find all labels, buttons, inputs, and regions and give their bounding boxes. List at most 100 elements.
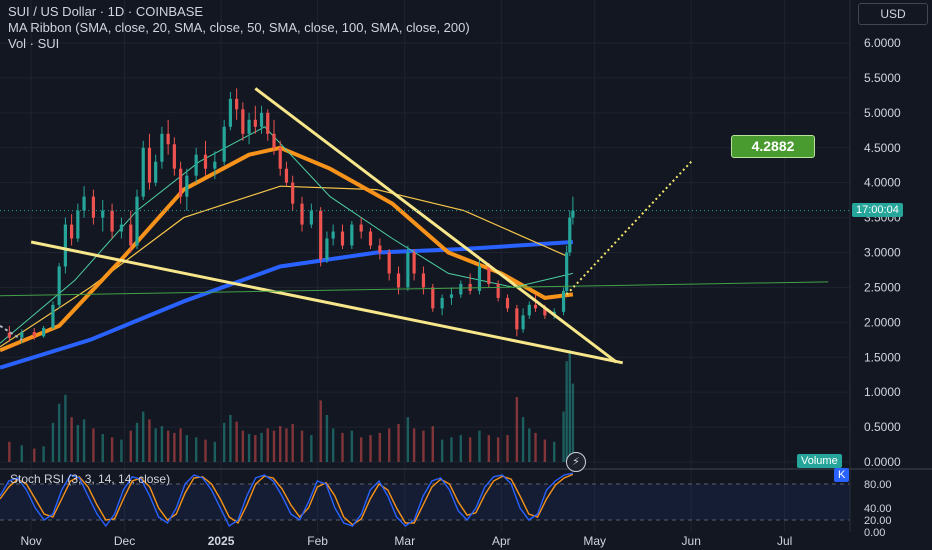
candle-body <box>440 297 444 309</box>
volume-bar <box>412 428 416 462</box>
candle-body <box>63 224 67 267</box>
volume-bar <box>534 432 537 462</box>
rsi-tick-label: 0.00 <box>864 527 885 539</box>
candle-body <box>213 161 217 169</box>
rsi-tick-label: 80.00 <box>864 479 892 491</box>
volume-bar <box>173 432 176 462</box>
price-chart[interactable]: 80.00 40.0020.000.00 6.0000 5.5000 5.0000 4.… <box>0 0 932 550</box>
volume-bar <box>450 437 453 462</box>
price-tick-label: 2.0000 <box>864 315 901 329</box>
stoch-rsi-label[interactable]: Stoch RSI (3, 3, 14, 14, close) <box>10 472 170 486</box>
candle-body <box>527 304 531 316</box>
candle-body <box>505 297 510 309</box>
time-tick-label: Jun <box>682 534 701 548</box>
volume-bar <box>135 422 139 462</box>
candle-body <box>571 210 575 218</box>
volume-bar <box>247 434 251 462</box>
candle-body <box>561 290 566 312</box>
candle-body <box>222 126 226 162</box>
candle-body <box>91 196 96 218</box>
k-tag: K <box>834 468 850 482</box>
flash-icon[interactable]: ⚡ <box>566 452 586 472</box>
price-tick-label: 1.5000 <box>864 350 901 364</box>
candle-body <box>359 224 363 232</box>
volume-bar <box>194 437 198 462</box>
candle-body <box>82 196 86 211</box>
volume-bar <box>285 428 288 462</box>
candle-body <box>119 224 124 232</box>
currency-button[interactable]: USD <box>858 3 928 25</box>
volume-bar <box>406 417 410 462</box>
candle-body <box>325 238 329 260</box>
candle-body <box>160 133 164 162</box>
time-tick-label: Jul <box>777 534 792 548</box>
volume-tag: Volume <box>797 454 842 468</box>
volume-bar <box>204 439 207 462</box>
time-tick-label: Dec <box>114 534 135 548</box>
candle-body <box>496 283 500 298</box>
volume-label[interactable]: Vol · SUI <box>8 36 470 52</box>
symbol-title[interactable]: SUI / US Dollar · 1D · COINBASE <box>8 4 470 20</box>
volume-bar <box>179 428 182 462</box>
candle-body <box>266 112 270 134</box>
volume-bar <box>33 448 36 462</box>
candle-body <box>533 304 538 309</box>
candle-body <box>284 168 289 183</box>
price-tick-label: 5.5000 <box>864 71 901 85</box>
volume-bar <box>478 430 481 462</box>
rsi-tick-label: 20.00 <box>864 515 892 527</box>
candle-body <box>378 245 382 253</box>
volume-bar <box>241 430 245 462</box>
volume-bar <box>110 437 114 462</box>
ma-ribbon-label[interactable]: MA Ribbon (SMA, close, 20, SMA, close, 5… <box>8 20 470 36</box>
volume-bar <box>20 445 23 462</box>
volume-bar <box>310 435 313 462</box>
candle-body <box>228 98 233 127</box>
volume-bar <box>82 419 86 462</box>
volume-bar <box>222 422 226 462</box>
candle-body <box>141 147 145 197</box>
volume-bar <box>571 383 575 462</box>
candle-body <box>487 266 491 284</box>
candle-body <box>521 315 525 330</box>
volume-bar <box>325 414 329 462</box>
volume-bar <box>229 414 232 462</box>
time-tick-label: Apr <box>492 534 511 548</box>
candle-body <box>272 133 276 148</box>
volume-bar <box>42 446 45 462</box>
candle-body <box>135 196 139 246</box>
volume-bar <box>397 423 400 462</box>
volume-bar <box>422 430 425 462</box>
volume-bar <box>213 441 217 462</box>
volume-bar <box>506 435 509 462</box>
candle-body <box>51 304 55 328</box>
candle-body <box>568 217 572 253</box>
candle-body <box>368 231 373 246</box>
price-tick-label: 1.0000 <box>864 385 901 399</box>
candle-body <box>57 266 61 305</box>
candle-body <box>387 252 391 274</box>
volume-bar <box>235 421 238 462</box>
price-tick-label: 6.0000 <box>864 36 901 50</box>
volume-bar <box>254 435 257 462</box>
volume-bar <box>468 437 472 462</box>
volume-bar <box>431 426 434 462</box>
target-price-label[interactable]: 4.2882 <box>731 135 815 158</box>
volume-bar <box>319 400 322 462</box>
candle-body <box>412 252 416 274</box>
candle-body <box>20 332 24 338</box>
candle-body <box>247 119 251 134</box>
volume-bar <box>496 437 500 462</box>
candle-body <box>431 287 435 309</box>
volume-bar <box>378 432 382 462</box>
volume-bar <box>272 430 276 462</box>
time-tick-label: Feb <box>307 534 328 548</box>
volume-bar <box>101 434 104 462</box>
volume-bar <box>51 422 55 462</box>
price-tick-label: 2.5000 <box>864 280 901 294</box>
rsi-tick-label: 40.00 <box>864 503 892 515</box>
price-tick-label: 4.5000 <box>864 141 901 155</box>
volume-bar <box>279 426 282 462</box>
candle-body <box>70 224 74 239</box>
volume-bar <box>515 397 519 462</box>
